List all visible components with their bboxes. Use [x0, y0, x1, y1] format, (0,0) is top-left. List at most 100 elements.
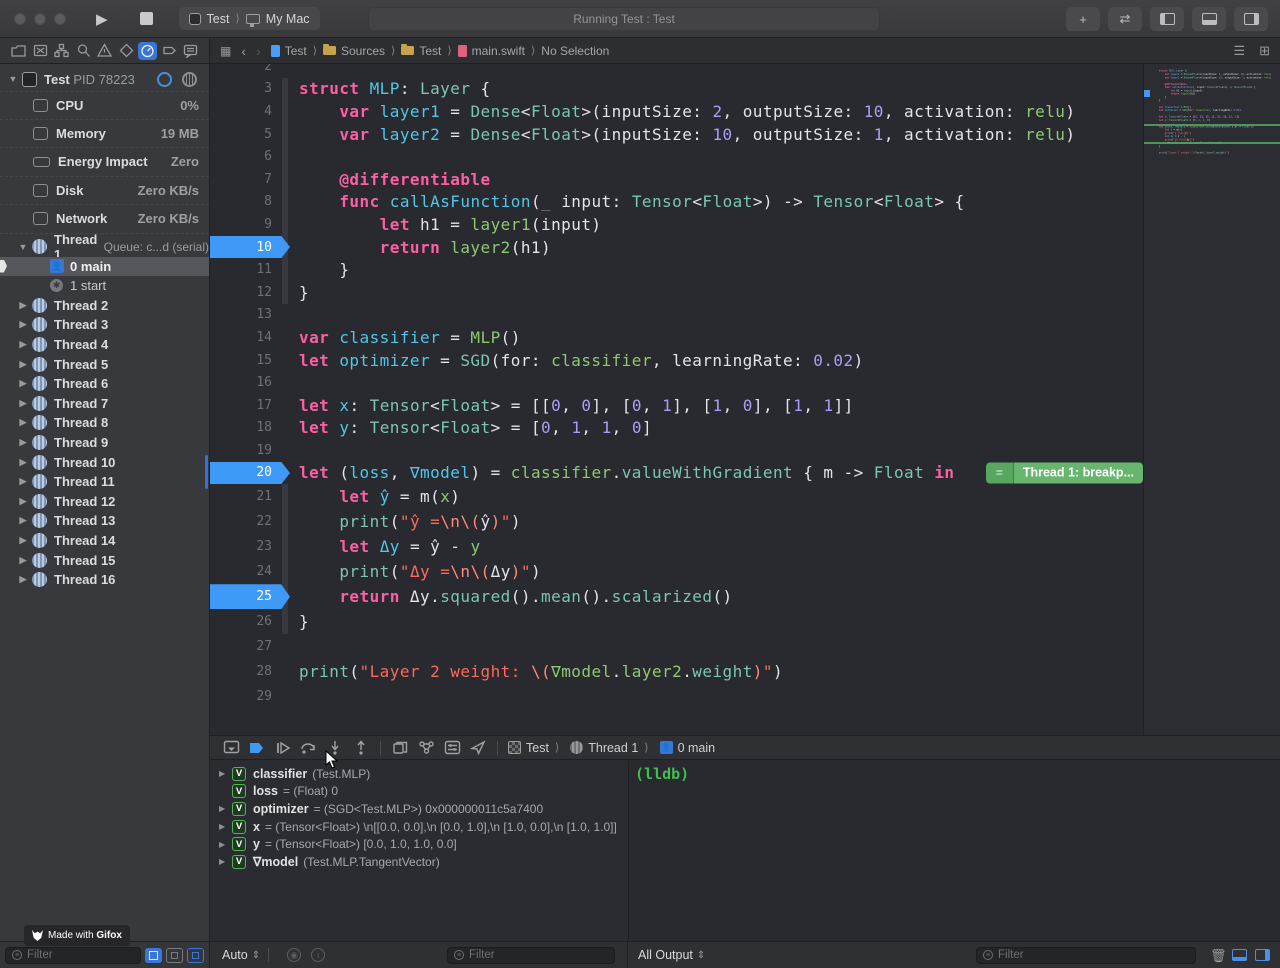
disclosure-triangle-icon[interactable]: ▶ [18, 496, 28, 507]
line-number-gutter[interactable]: 6 [210, 145, 290, 168]
thread-row[interactable]: ▶Thread 7 [0, 393, 209, 413]
gauge-row-network[interactable]: NetworkZero KB/s [0, 205, 209, 234]
thread-row[interactable]: ▶Thread 10 [0, 452, 209, 472]
disclosure-triangle-icon[interactable]: ▶ [18, 300, 28, 311]
code-line[interactable]: 16 [210, 371, 1143, 394]
line-number-gutter[interactable]: 14 [210, 326, 290, 349]
gauge-row-energy-impact[interactable]: Energy ImpactZero [0, 148, 209, 177]
variable-row[interactable]: ▶Vy= (Tensor<Float>) [0.0, 1.0, 1.0, 0.0… [210, 835, 628, 853]
issue-navigator-icon[interactable] [95, 42, 114, 60]
line-number-gutter[interactable]: 3 [210, 78, 290, 101]
line-number-gutter[interactable]: 27 [210, 634, 290, 659]
editor-mode-button[interactable]: ⇄ [1108, 7, 1142, 31]
code-line[interactable]: 17let x: Tensor<Float> = [[0, 0], [0, 1]… [210, 394, 1143, 417]
code-line[interactable]: 2 [210, 64, 1143, 78]
minimize-window-button[interactable] [34, 13, 46, 25]
variable-row[interactable]: ▶Voptimizer= (SGD<Test.MLP>) 0x000000011… [210, 800, 628, 818]
code-line[interactable]: 11 } [210, 258, 1143, 281]
search-navigator-icon[interactable] [74, 42, 93, 60]
line-number-gutter[interactable]: 19 [210, 439, 290, 462]
line-number-gutter[interactable]: 21 [210, 484, 290, 509]
console-output[interactable]: (lldb) [628, 761, 1280, 941]
disclosure-triangle-icon[interactable]: ▶ [18, 574, 28, 585]
scheme-selector[interactable]: Test ⟩ My Mac [179, 7, 320, 30]
code-line[interactable]: 28print("Layer 2 weight: \(∇model.layer2… [210, 659, 1143, 684]
step-over-icon[interactable] [296, 739, 322, 757]
navigator-filter-field[interactable]: ≡ Filter [5, 947, 141, 964]
thread-row[interactable]: ▶Thread 14 [0, 531, 209, 551]
line-number-gutter[interactable]: 17 [210, 394, 290, 417]
disclosure-triangle-icon[interactable]: ▶ [18, 476, 28, 487]
variable-row[interactable]: ▶Vx= (Tensor<Float>) \n[[0.0, 0.0],\n [0… [210, 818, 628, 836]
code-line[interactable]: 10 return layer2(h1) [210, 236, 1143, 259]
disclosure-triangle-icon[interactable]: ▼ [18, 242, 28, 252]
breadcrumb-item-test[interactable]: Test [419, 44, 441, 58]
filter-crashed-threads-button[interactable] [187, 948, 204, 963]
disclosure-triangle-icon[interactable]: ▼ [8, 74, 18, 84]
thread-row[interactable]: ▶Thread 3 [0, 315, 209, 335]
environment-overrides-icon[interactable] [439, 739, 465, 757]
view-hierarchy-icon[interactable] [387, 739, 413, 757]
filter-stack-frames-button[interactable] [166, 948, 183, 963]
thread-1-row[interactable]: ▼Thread 1 Queue: c...d (serial) [0, 237, 209, 257]
thread-row[interactable]: ▶Thread 13 [0, 511, 209, 531]
filter-running-blocks-button[interactable] [145, 948, 162, 963]
thread-row[interactable]: ▶Thread 11 [0, 472, 209, 492]
code-line[interactable]: 6 [210, 145, 1143, 168]
project-navigator-icon[interactable] [9, 42, 28, 60]
line-number-gutter[interactable]: 12 [210, 281, 290, 304]
breadcrumb-item-selection[interactable]: No Selection [541, 44, 609, 58]
toggle-debug-area-button[interactable] [1192, 7, 1226, 31]
toggle-navigator-button[interactable] [1150, 7, 1184, 31]
disclosure-triangle-icon[interactable]: ▶ [18, 378, 28, 389]
thread-row[interactable]: ▶Thread 12 [0, 491, 209, 511]
editor-minimap[interactable]: 23struct MLP: Layer {4 var layer1 = Dens… [1143, 64, 1280, 735]
continue-execution-icon[interactable] [270, 739, 296, 757]
dock-debug-bottom-icon[interactable] [1232, 949, 1247, 961]
memory-graph-icon[interactable] [413, 739, 439, 757]
debugbar-target[interactable]: Test [526, 741, 549, 755]
line-number-gutter[interactable]: 16 [210, 371, 290, 394]
disclosure-triangle-icon[interactable]: ▶ [18, 515, 28, 526]
disclosure-triangle-icon[interactable]: ▶ [219, 822, 230, 831]
breadcrumb-item-project[interactable]: Test [285, 44, 307, 58]
simulate-location-icon[interactable] [465, 739, 491, 757]
line-number-gutter[interactable]: 29 [210, 684, 290, 709]
line-number-gutter[interactable]: 15 [210, 349, 290, 372]
code-line[interactable]: 29 [1146, 154, 1280, 157]
thread-row[interactable]: ▶Thread 8 [0, 413, 209, 433]
disclosure-triangle-icon[interactable]: ▶ [18, 339, 28, 350]
info-icon[interactable]: i [311, 948, 325, 962]
disclosure-triangle-icon[interactable]: ▶ [18, 398, 28, 409]
line-number-gutter[interactable]: 7 [210, 168, 290, 191]
breakpoint-hit-badge[interactable]: =Thread 1: breakp... [986, 462, 1143, 483]
quicklook-icon[interactable]: ◉ [287, 948, 301, 962]
thread-row[interactable]: ▶Thread 6 [0, 374, 209, 394]
disclosure-triangle-icon[interactable]: ▶ [18, 319, 28, 330]
breakpoint-gutter[interactable]: 20 [210, 462, 290, 485]
line-number-gutter[interactable]: 28 [210, 659, 290, 684]
debugbar-frame[interactable]: 0 main [678, 741, 716, 755]
variables-filter-field[interactable]: ≡ Filter [447, 947, 615, 964]
code-line[interactable]: 19 [210, 439, 1143, 462]
line-number-gutter[interactable]: 22 [210, 509, 290, 534]
code-line[interactable]: 14var classifier = MLP() [210, 326, 1143, 349]
disclosure-triangle-icon[interactable]: ▶ [219, 840, 230, 849]
code-line[interactable]: 29 [210, 684, 1143, 709]
code-line[interactable]: 5 var layer2 = Dense<Float>(inputSize: 1… [210, 123, 1143, 146]
disclosure-triangle-icon[interactable]: ▶ [219, 804, 230, 813]
line-number-gutter[interactable]: 26 [210, 609, 290, 634]
code-line[interactable]: 18let y: Tensor<Float> = [0, 1, 1, 0] [210, 417, 1143, 440]
console-filter-field[interactable]: ≡ Filter [976, 947, 1196, 964]
dock-debug-right-icon[interactable] [1255, 949, 1270, 961]
code-line[interactable]: 4 var layer1 = Dense<Float>(inputSize: 2… [210, 100, 1143, 123]
source-editor[interactable]: 23struct MLP: Layer {4 var layer1 = Dens… [210, 64, 1280, 735]
related-items-icon[interactable]: ▦ [220, 44, 231, 58]
disclosure-triangle-icon[interactable]: ▶ [219, 769, 230, 778]
line-number-gutter[interactable]: 9 [210, 213, 290, 236]
gauge-row-memory[interactable]: Memory19 MB [0, 120, 209, 149]
code-line[interactable]: 23 let Δy = ŷ - y [210, 534, 1143, 559]
thread-row[interactable]: ▶Thread 9 [0, 433, 209, 453]
breakpoint-gutter[interactable]: 25 [210, 584, 290, 609]
breadcrumb-item-sources[interactable]: Sources [341, 44, 385, 58]
